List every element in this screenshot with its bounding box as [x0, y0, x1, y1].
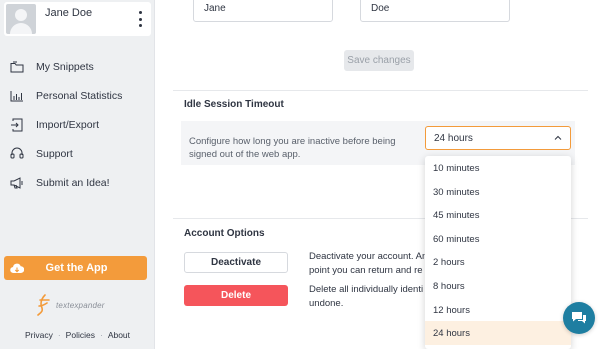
footer-links: Privacy · Policies · About [0, 330, 155, 340]
idle-session-title: Idle Session Timeout [184, 99, 284, 110]
sidebar-item-support[interactable]: Support [0, 139, 155, 168]
sidebar-nav: My Snippets Personal Statistics Import/E… [0, 52, 155, 197]
dropdown-option[interactable]: 10 minutes [425, 156, 571, 180]
about-link[interactable]: About [108, 330, 130, 340]
sidebar: Jane Doe My Snippets Personal Statistics… [0, 0, 155, 349]
deactivate-button[interactable]: Deactivate [184, 252, 288, 273]
deactivate-description-line: point you can return and re [309, 265, 423, 276]
dropdown-option[interactable]: 2 hours [425, 250, 571, 274]
main-content: Jane Doe Save changes Idle Session Timeo… [155, 0, 600, 349]
delete-description-line: Delete all individually identi [309, 284, 424, 295]
footer-separator: · [99, 330, 103, 340]
more-options-icon[interactable] [133, 8, 147, 30]
sidebar-item-label: Import/Export [36, 118, 100, 131]
save-changes-button[interactable]: Save changes [344, 50, 414, 71]
delete-description-line: undone. [309, 298, 344, 309]
delete-button[interactable]: Delete [184, 285, 288, 306]
idle-timeout-dropdown: 10 minutes 30 minutes 45 minutes 60 minu… [425, 156, 571, 349]
folder-icon [9, 59, 25, 75]
sidebar-item-import-export[interactable]: Import/Export [0, 110, 155, 139]
get-the-app-button[interactable]: Get the App [4, 256, 147, 280]
sidebar-item-my-snippets[interactable]: My Snippets [0, 52, 155, 81]
sidebar-item-submit-idea[interactable]: Submit an Idea! [0, 168, 155, 197]
dropdown-option[interactable]: 60 minutes [425, 227, 571, 251]
textexpander-logo-mark [37, 294, 50, 316]
policies-link[interactable]: Policies [66, 330, 95, 340]
dropdown-option[interactable]: 8 hours [425, 274, 571, 298]
idle-timeout-select[interactable]: 24 hours [425, 126, 571, 150]
chevron-up-icon [554, 135, 562, 140]
chat-icon [572, 312, 586, 324]
sidebar-item-label: Submit an Idea! [36, 176, 110, 189]
select-value: 24 hours [434, 133, 473, 144]
delete-description: Delete all individually identi undone. [309, 283, 427, 311]
account-options-title: Account Options [184, 228, 265, 239]
get-the-app-label: Get the App [45, 262, 108, 274]
profile-card: Jane Doe [4, 2, 151, 36]
profile-name: Jane Doe [45, 7, 93, 19]
dropdown-option-selected[interactable]: 24 hours [425, 321, 571, 345]
chat-button[interactable] [563, 302, 595, 334]
textexpander-logo: textexpander [36, 294, 105, 316]
avatar [6, 4, 36, 34]
sidebar-item-label: My Snippets [36, 60, 94, 73]
divider [173, 90, 588, 91]
bar-chart-icon [9, 88, 25, 104]
dropdown-option[interactable]: 45 minutes [425, 203, 571, 227]
sidebar-item-label: Personal Statistics [36, 89, 123, 102]
deactivate-description: Deactivate your account. An point you ca… [309, 250, 427, 278]
cloud-download-icon [10, 261, 24, 275]
footer-separator: · [57, 330, 61, 340]
idle-timeout-description: Configure how long you are inactive befo… [189, 136, 396, 160]
headset-icon [9, 146, 25, 162]
import-export-icon [9, 117, 25, 133]
privacy-link[interactable]: Privacy [25, 330, 53, 340]
logo-text: textexpander [56, 300, 105, 310]
deactivate-description-line: Deactivate your account. An [309, 251, 427, 262]
last-name-field[interactable]: Doe [360, 0, 510, 22]
dropdown-option[interactable]: 30 minutes [425, 180, 571, 204]
first-name-field[interactable]: Jane [193, 0, 333, 22]
sidebar-item-label: Support [36, 147, 73, 160]
megaphone-icon [9, 175, 25, 191]
sidebar-item-personal-statistics[interactable]: Personal Statistics [0, 81, 155, 110]
dropdown-option[interactable]: 12 hours [425, 298, 571, 322]
